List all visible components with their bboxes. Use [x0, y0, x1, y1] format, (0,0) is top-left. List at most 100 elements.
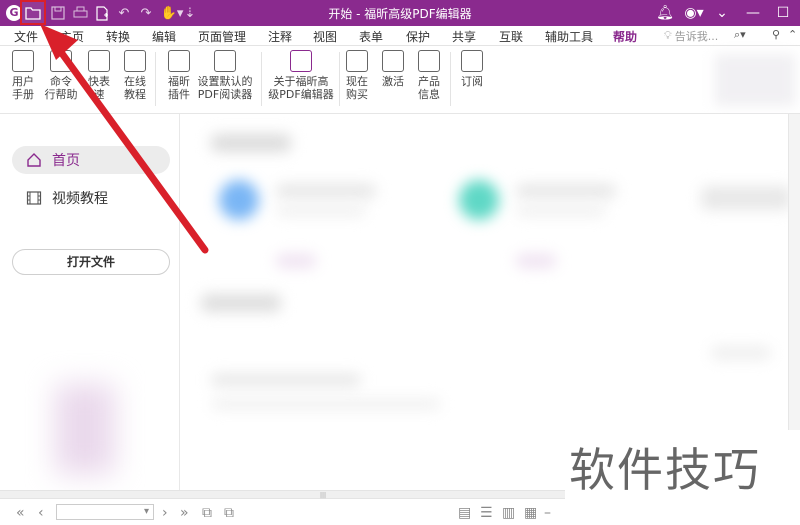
notification-button[interactable]: 🔔︎: [652, 0, 678, 26]
blurred-region: [516, 254, 556, 268]
tab-share[interactable]: 共享: [452, 28, 476, 45]
product-info-icon: [418, 50, 440, 72]
ribbon-separator: [450, 52, 451, 106]
blurred-region: [715, 54, 795, 106]
rss-icon: [461, 50, 483, 72]
tab-connect[interactable]: 互联: [499, 28, 523, 45]
product-info-label: 产品 信息: [418, 75, 440, 101]
nav-video-label: 视频教程: [52, 191, 108, 207]
page-navigation-bar: ||| « ‹ ▾ › » ⧉ ⧉ ▤ ☰ ▥ ▦ –: [0, 490, 565, 525]
menu-tabs: 文件 主页 转换 编辑 页面管理 注释 视图 表单 保护 共享 互联 辅助工具 …: [0, 26, 800, 48]
next-view-button[interactable]: ⧉: [224, 505, 234, 521]
nav-home-label: 首页: [52, 153, 80, 169]
search-button[interactable]: ⚲: [772, 28, 780, 41]
facing-view-button[interactable]: ▥: [502, 505, 515, 521]
default-reader-icon: [214, 50, 236, 72]
blurred-region: [711, 346, 771, 360]
buy-now-label: 现在 购买: [346, 75, 368, 101]
minimize-button[interactable]: —: [738, 0, 768, 26]
page-number-field[interactable]: ▾: [56, 504, 154, 520]
user-manual-label: 用户 手册: [12, 75, 34, 101]
user-manual-button[interactable]: 用户 手册: [4, 50, 42, 101]
horizontal-scrollbar[interactable]: |||: [0, 491, 565, 499]
last-page-button[interactable]: »: [180, 505, 189, 521]
activate-key-icon: [382, 50, 404, 72]
blurred-region: [211, 399, 441, 409]
tab-convert[interactable]: 转换: [106, 28, 130, 45]
previous-page-button[interactable]: ‹: [38, 505, 44, 521]
product-info-button[interactable]: 产品 信息: [410, 50, 448, 101]
first-page-button[interactable]: «: [16, 505, 25, 521]
tab-help[interactable]: 帮助: [613, 28, 638, 48]
command-help-icon: [50, 50, 72, 72]
scroll-grip-icon: |||: [320, 492, 327, 499]
ribbon-collapse-button[interactable]: ⌃: [788, 28, 797, 41]
open-file-button[interactable]: 打开文件: [12, 249, 170, 275]
quick-reference-button[interactable]: 快表 速: [80, 50, 118, 101]
watermark-text: 软件技巧: [569, 443, 761, 497]
ribbon-options-button[interactable]: ⌄: [712, 0, 732, 26]
nav-home[interactable]: 首页: [12, 146, 170, 174]
blurred-region: [211, 134, 291, 152]
start-sidebar: 首页 视频教程 打开文件: [0, 114, 180, 490]
blurred-region: [276, 206, 366, 216]
activate-label: 激活: [382, 75, 404, 88]
tab-view[interactable]: 视图: [313, 28, 337, 45]
subscribe-label: 订阅: [461, 75, 483, 88]
facing-pages-icon: ▥: [502, 505, 516, 521]
quick-reference-icon: [88, 50, 110, 72]
tab-protect[interactable]: 保护: [406, 28, 430, 45]
copy-pages-icon: ⧉: [202, 505, 212, 521]
film-icon: [26, 191, 42, 205]
title-bar: G ↶ ↷ ✋▾ ⇣ 开始 - 福昕高级PDF编辑器 🔔︎ ◉▾ ⌄ — ☐: [0, 0, 800, 26]
lightbulb-icon: 💡︎: [664, 29, 672, 42]
command-help-label: 命令 行帮助: [44, 75, 78, 101]
user-icon: ◉▾: [684, 5, 704, 21]
blurred-region: [219, 180, 259, 220]
blurred-region: [276, 254, 316, 268]
user-manual-icon: [12, 50, 34, 72]
about-label: 关于福昕高 级PDF编辑器: [268, 75, 334, 101]
tab-edit[interactable]: 编辑: [152, 28, 176, 45]
bell-icon: 🔔︎: [656, 5, 674, 21]
search-options-button[interactable]: ⌕▾: [734, 28, 746, 42]
maximize-button[interactable]: ☐: [768, 0, 798, 26]
blurred-region: [201, 294, 281, 312]
maximize-icon: ☐: [776, 5, 790, 21]
blurred-region: [276, 184, 376, 198]
account-button[interactable]: ◉▾: [676, 0, 712, 26]
find-icon: ⌕▾: [734, 28, 746, 41]
set-default-reader-button[interactable]: 设置默认的 PDF阅读器: [190, 50, 260, 101]
subscribe-button[interactable]: 订阅: [453, 50, 491, 88]
nav-video-tutorial[interactable]: 视频教程: [12, 184, 170, 212]
previous-view-button[interactable]: ⧉: [202, 505, 212, 521]
continuous-view-button[interactable]: ☰: [480, 505, 493, 521]
cart-icon: [346, 50, 368, 72]
online-tutorial-button[interactable]: 在线 教程: [116, 50, 154, 101]
tab-organize[interactable]: 页面管理: [198, 28, 246, 45]
command-help-button[interactable]: 命令 行帮助: [42, 50, 80, 101]
buy-now-button[interactable]: 现在 购买: [338, 50, 376, 101]
tab-form[interactable]: 表单: [359, 28, 383, 45]
chevron-up-icon: ⌃: [788, 28, 798, 41]
single-page-view-button[interactable]: ▤: [458, 505, 471, 521]
tab-home[interactable]: 主页: [60, 28, 84, 45]
tab-file[interactable]: 文件: [14, 28, 38, 45]
next-page-button[interactable]: ›: [162, 505, 168, 521]
tab-accessibility[interactable]: 辅助工具: [545, 28, 593, 45]
blurred-region: [211, 374, 361, 386]
continuous-facing-icon: ▦: [524, 505, 538, 521]
about-button[interactable]: 关于福昕高 级PDF编辑器: [264, 50, 338, 101]
tell-me-search[interactable]: 💡︎ 告诉我...: [664, 28, 728, 44]
double-chevron-left-icon: «: [16, 505, 25, 521]
plugins-label: 福昕 插件: [168, 75, 190, 101]
continuous-facing-view-button[interactable]: ▦: [524, 505, 537, 521]
activate-button[interactable]: 激活: [374, 50, 412, 88]
blurred-region: [701, 186, 791, 210]
page-dropdown-icon: ▾: [143, 506, 149, 517]
search-icon: ⚲: [772, 28, 781, 41]
tab-comment[interactable]: 注释: [268, 28, 292, 45]
blurred-region: [459, 180, 499, 220]
copy-pages-icon: ⧉: [224, 505, 234, 521]
blurred-region: [55, 384, 115, 474]
